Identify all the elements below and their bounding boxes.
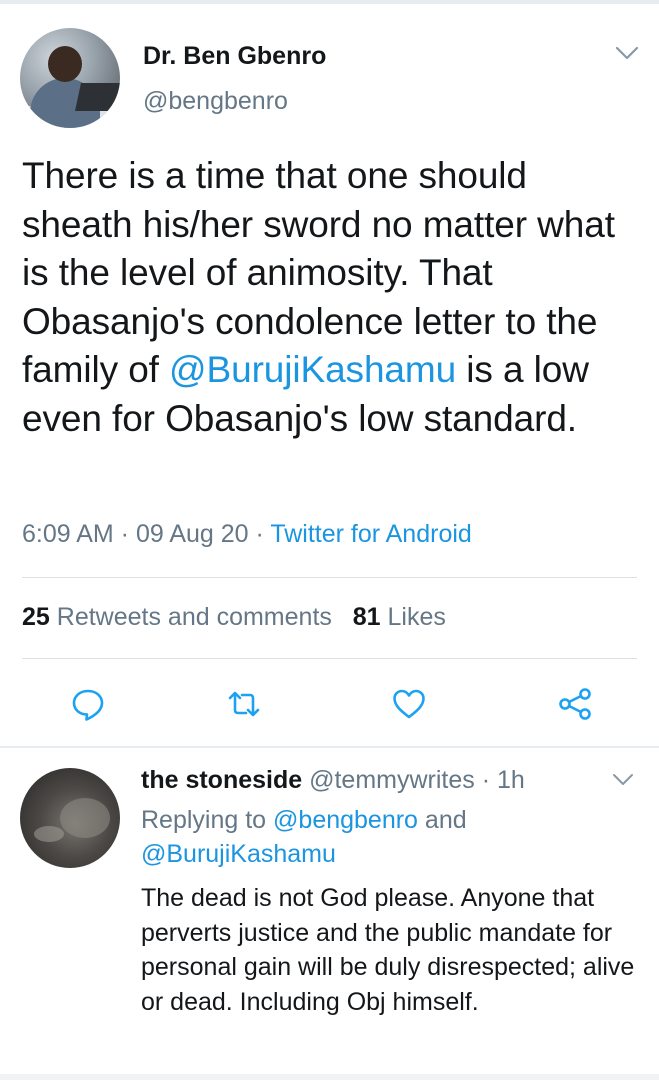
- reply-header: the stoneside @temmywrites · 1h: [141, 766, 525, 795]
- author-avatar[interactable]: [20, 28, 120, 128]
- replying-to: Replying to @bengbenro and @BurujiKashamu: [141, 803, 641, 871]
- tweet-stats: 25 Retweets and comments 81 Likes: [22, 603, 446, 632]
- reply-icon[interactable]: [70, 686, 106, 722]
- likes-label[interactable]: Likes: [388, 603, 446, 631]
- reply-handle-time[interactable]: @temmywrites · 1h: [302, 766, 525, 794]
- retweets-count[interactable]: 25: [22, 603, 50, 631]
- replying-to-mention[interactable]: @bengbenro: [273, 806, 418, 834]
- section-divider: [0, 746, 659, 748]
- chevron-down-icon[interactable]: [614, 44, 640, 62]
- top-divider: [0, 0, 659, 4]
- replying-to-mention[interactable]: @BurujiKashamu: [141, 840, 336, 868]
- replying-to-and: and: [417, 806, 467, 834]
- chevron-down-icon[interactable]: [611, 772, 635, 788]
- share-icon[interactable]: [557, 686, 593, 722]
- tweet-mention-link[interactable]: @BurujiKashamu: [169, 349, 456, 390]
- retweet-icon[interactable]: [226, 686, 262, 722]
- tweet-body: There is a time that one should sheath h…: [22, 152, 647, 443]
- author-handle[interactable]: @bengbenro: [143, 87, 288, 116]
- tweet-meta: 6:09 AM · 09 Aug 20 · Twitter for Androi…: [22, 520, 472, 549]
- tweet-client-link[interactable]: Twitter for Android: [270, 520, 471, 548]
- reply-body: The dead is not God please. Anyone that …: [141, 884, 635, 1017]
- author-display-name[interactable]: Dr. Ben Gbenro: [143, 42, 326, 71]
- divider: [22, 577, 637, 578]
- bottom-divider: [0, 1074, 659, 1080]
- reply-author-avatar[interactable]: [20, 768, 120, 868]
- retweets-label[interactable]: Retweets and comments: [57, 603, 332, 631]
- divider: [22, 658, 637, 659]
- replying-to-prefix: Replying to: [141, 806, 274, 834]
- like-heart-icon[interactable]: [391, 686, 427, 722]
- likes-count[interactable]: 81: [353, 603, 381, 631]
- tweet-timestamp: 6:09 AM · 09 Aug 20 ·: [22, 520, 271, 548]
- reply-author-name[interactable]: the stoneside: [141, 766, 302, 794]
